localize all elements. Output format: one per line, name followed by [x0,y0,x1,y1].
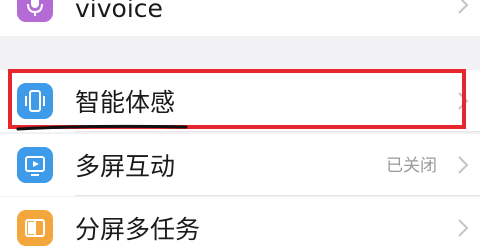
chevron-right-icon [458,156,469,174]
settings-item-label: 分屏多任务 [75,215,201,244]
settings-item-multi-screen[interactable]: 多屏互动 已关闭 [0,134,480,196]
screen-share-icon [17,147,53,183]
settings-screen: vivoice 智能体感 多屏互动 已关闭 分屏多任务 [0,0,480,248]
settings-item-label: 多屏互动 [75,152,176,181]
settings-item-split-screen[interactable]: 分屏多任务 [0,197,480,248]
divider [75,195,480,196]
status-text: 已关闭 [386,156,437,176]
chevron-right-icon [458,219,469,237]
split-screen-icon [17,210,53,246]
